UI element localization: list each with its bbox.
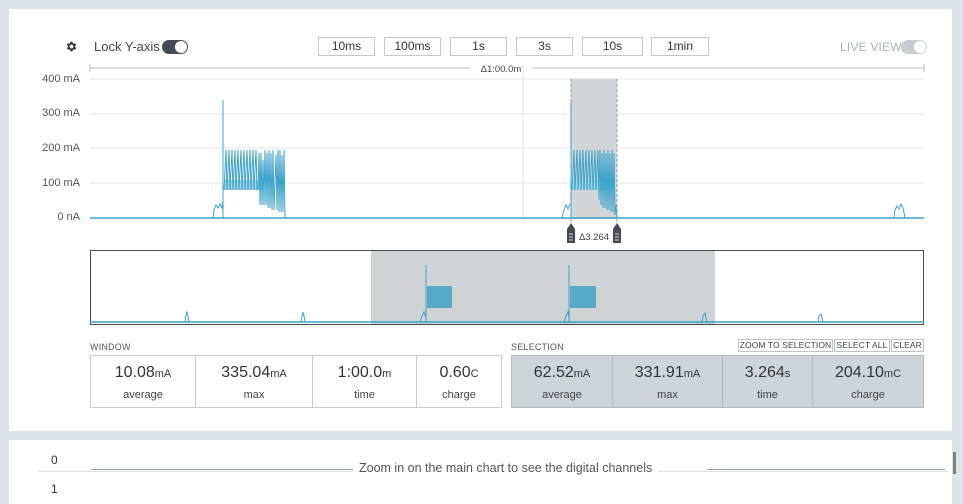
window-max-label: max (243, 389, 265, 401)
window-delta-label: Δ1:00.0m (481, 64, 522, 75)
window-charge-label: charge (442, 389, 476, 401)
gridlines (90, 65, 924, 218)
selection-charge-value: 204.10 (834, 364, 884, 381)
selection-average-value: 62.52 (533, 364, 574, 381)
selection-time-value: 3.264 (744, 364, 785, 381)
selection-end-handle[interactable] (613, 223, 621, 243)
selection-average-label: average (542, 389, 582, 401)
window-stats-title: WINDOW (90, 342, 131, 352)
main-current-chart[interactable]: Δ1:00.0m Δ3.264 (0, 0, 963, 250)
window-charge-value: 0.60 (439, 364, 471, 381)
selection-charge-unit: mC (883, 368, 902, 380)
selection-delta-label: Δ3.264 (579, 232, 609, 243)
clear-selection-button[interactable]: CLEAR (891, 339, 924, 352)
selection-max-label: max (657, 389, 678, 401)
selection-region (571, 79, 617, 219)
selection-average-unit: mA (573, 368, 591, 380)
digital-zoom-message: Zoom in on the main chart to see the dig… (353, 461, 659, 475)
selection-max-box: 331.91mA max (612, 355, 723, 408)
digital-channels-panel: 0 1 Zoom in on the main chart to see the… (9, 440, 956, 504)
window-time-label: time (354, 389, 375, 401)
window-time-box: 1:00.0m time (312, 355, 417, 408)
selection-average-box: 62.52mA average (511, 355, 613, 408)
window-charge-box: 0.60C charge (416, 355, 502, 408)
window-average-value: 10.08 (114, 364, 155, 381)
window-max-box: 335.04mA max (195, 355, 313, 408)
window-time-value: 1:00.0 (337, 364, 383, 381)
selection-time-label: time (757, 389, 778, 401)
window-average-box: 10.08mA average (90, 355, 196, 408)
window-average-unit: mA (154, 368, 172, 380)
selection-time-box: 3.264s time (722, 355, 813, 408)
window-time-unit: m (382, 368, 392, 380)
digital-channel-1-label: 1 (51, 482, 58, 496)
selection-max-unit: mA (683, 368, 701, 380)
overview-window-region (371, 251, 715, 324)
message-rule-left (91, 469, 353, 470)
selection-charge-box: 204.10mC charge (812, 355, 924, 408)
selection-start-handle[interactable] (567, 223, 575, 243)
digital-channel-0-label: 0 (51, 453, 58, 467)
message-rule-right (707, 469, 945, 470)
digital-scrollbar-thumb[interactable] (953, 452, 956, 474)
overview-chart[interactable] (90, 250, 924, 325)
select-all-button[interactable]: SELECT ALL (834, 339, 890, 352)
window-max-value: 335.04 (221, 364, 271, 381)
selection-stats-title: SELECTION (511, 342, 564, 352)
selection-charge-label: charge (851, 389, 885, 401)
current-trace-burst-1 (212, 100, 286, 219)
current-trace-blip (893, 202, 906, 219)
window-average-label: average (123, 389, 163, 401)
window-max-unit: mA (270, 368, 287, 380)
window-charge-unit: C (470, 368, 479, 380)
zoom-to-selection-button[interactable]: ZOOM TO SELECTION (738, 339, 833, 352)
selection-time-unit: s (784, 368, 791, 380)
selection-max-value: 331.91 (634, 364, 684, 381)
